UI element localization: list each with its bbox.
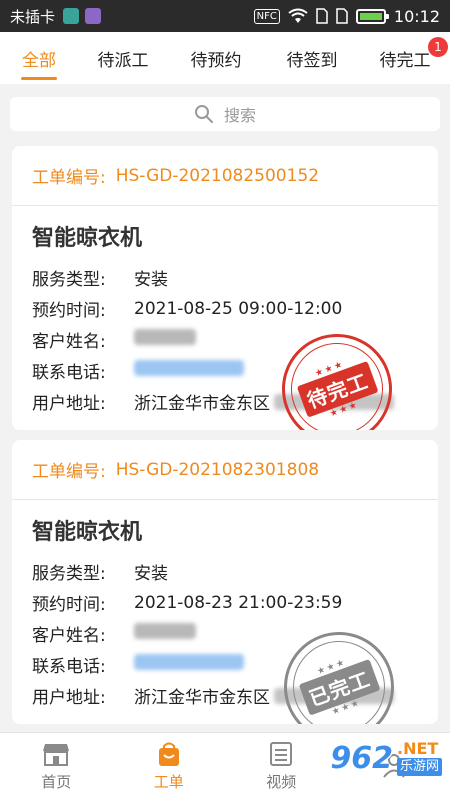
tab-label: 待签到 xyxy=(286,50,338,71)
field-value: 浙江金华市金东区 xyxy=(134,688,270,708)
search-placeholder: 搜索 xyxy=(223,106,256,125)
product-title: 智能晾衣机 xyxy=(32,226,143,251)
carrier-text: 未插卡 xyxy=(10,7,56,26)
shop-icon xyxy=(43,744,70,766)
order-number-label: 工单编号: xyxy=(32,462,106,482)
redacted-name xyxy=(134,623,196,639)
wifi-icon xyxy=(288,8,308,23)
nav-work-orders[interactable]: 工单 xyxy=(113,733,226,800)
field-value: 2021-08-23 21:00-23:59 xyxy=(134,592,343,613)
product-title: 智能晾衣机 xyxy=(32,520,143,545)
redacted-name xyxy=(134,329,196,345)
nav-label: 视频 xyxy=(266,773,297,791)
field-label: 客户姓名: xyxy=(32,626,106,646)
field-value: 安装 xyxy=(134,564,168,584)
field-label: 用户地址: xyxy=(32,688,106,708)
search-bar[interactable]: 搜索 xyxy=(10,97,440,131)
field-value: 安装 xyxy=(134,270,168,290)
tab-badge: 1 xyxy=(428,37,448,57)
clock: 10:12 xyxy=(393,6,440,26)
nav-video[interactable]: 视频 xyxy=(225,733,338,800)
tab-all[interactable]: 全部 xyxy=(0,32,78,84)
watermark-net: .NET xyxy=(396,739,439,758)
tab-pending-appointment[interactable]: 待预约 xyxy=(168,32,264,84)
order-number: HS-GD-2021082301808 xyxy=(115,459,320,480)
order-card[interactable]: 工单编号: HS-GD-2021082500152 智能晾衣机 服务类型: 安装… xyxy=(12,146,438,430)
watermark-cn: 乐游网 xyxy=(396,758,442,776)
order-number-label: 工单编号: xyxy=(32,168,106,188)
field-label: 用户地址: xyxy=(32,394,106,414)
battery-icon xyxy=(355,8,389,24)
redacted-phone[interactable] xyxy=(134,654,244,670)
watermark-number: 962 xyxy=(330,740,393,776)
nav-label: 工单 xyxy=(153,773,184,791)
field-label: 联系电话: xyxy=(32,363,106,383)
nfc-icon: NFC xyxy=(253,8,280,24)
redacted-phone[interactable] xyxy=(134,360,244,376)
tab-label: 待预约 xyxy=(190,50,242,71)
gallery-notification-icon xyxy=(85,8,102,24)
appointment-time-row: 预约时间: 2021-08-25 09:00-12:00 xyxy=(32,293,418,324)
field-label: 服务类型: xyxy=(32,564,106,584)
site-watermark: 962 .NET 乐游网 xyxy=(330,740,442,776)
field-value: 2021-08-25 09:00-12:00 xyxy=(134,298,343,319)
field-value: 浙江金华市金东区 xyxy=(134,394,270,414)
tab-pending-checkin[interactable]: 待签到 xyxy=(264,32,360,84)
field-label: 预约时间: xyxy=(32,595,106,615)
tab-label: 待完工 xyxy=(379,50,431,71)
nav-home[interactable]: 首页 xyxy=(0,733,113,800)
tab-label: 待派工 xyxy=(97,50,149,71)
nav-label: 首页 xyxy=(41,773,72,791)
sim-icon-2 xyxy=(336,8,348,24)
tab-pending-completion[interactable]: 待完工 1 xyxy=(360,32,450,84)
service-type-row: 服务类型: 安装 xyxy=(32,556,418,587)
notification-app-icon xyxy=(63,8,80,24)
appointment-time-row: 预约时间: 2021-08-23 21:00-23:59 xyxy=(32,587,418,618)
video-icon xyxy=(270,742,293,766)
sim-icon xyxy=(316,8,328,24)
order-number-row: 工单编号: HS-GD-2021082500152 xyxy=(12,146,438,206)
status-tabs: 全部 待派工 待预约 待签到 待完工 1 xyxy=(0,32,450,84)
tab-pending-dispatch[interactable]: 待派工 xyxy=(78,32,168,84)
order-number: HS-GD-2021082500152 xyxy=(115,165,320,186)
service-type-row: 服务类型: 安装 xyxy=(32,262,418,293)
tab-label: 全部 xyxy=(22,50,56,71)
field-label: 联系电话: xyxy=(32,657,106,677)
field-label: 服务类型: xyxy=(32,270,106,290)
field-label: 预约时间: xyxy=(32,301,106,321)
order-card[interactable]: 工单编号: HS-GD-2021082301808 智能晾衣机 服务类型: 安装… xyxy=(12,440,438,724)
search-icon xyxy=(194,105,213,123)
order-number-row: 工单编号: HS-GD-2021082301808 xyxy=(12,440,438,500)
field-label: 客户姓名: xyxy=(32,332,106,352)
status-bar: 未插卡 NFC 10:12 xyxy=(0,0,450,32)
bag-icon xyxy=(158,742,179,766)
